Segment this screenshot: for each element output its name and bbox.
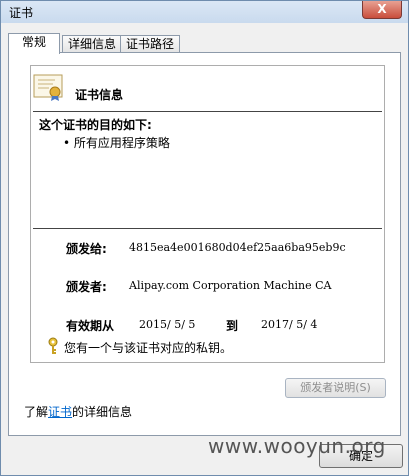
issued-by-value: Alipay.com Corporation Machine CA [129, 279, 332, 292]
purpose-title: 这个证书的目的如下: [39, 118, 152, 132]
general-tab-panel: 证书信息 这个证书的目的如下: • 所有应用程序策略 颁发给: 4815ea4e… [8, 52, 401, 436]
validity-label: 有效期从 [66, 319, 115, 333]
window-title: 证书 [9, 6, 34, 20]
learn-more-text: 了解证书的详细信息 [24, 403, 132, 420]
valid-to-date: 2017/ 5/ 4 [261, 318, 318, 331]
purpose-item: • 所有应用程序策略 [63, 136, 170, 150]
valid-from-date: 2015/ 5/ 5 [139, 318, 196, 331]
tab-general[interactable]: 常规 [8, 33, 60, 54]
certificate-link[interactable]: 证书 [48, 405, 72, 419]
learn-prefix: 了解 [24, 405, 49, 419]
certificate-info-heading: 证书信息 [75, 88, 124, 102]
divider-middle [33, 228, 382, 229]
close-icon: X [377, 2, 387, 16]
close-button[interactable]: X [362, 1, 402, 19]
title-bar: 证书 X [1, 1, 408, 23]
watermark-text: www.wooyun.org [208, 434, 386, 458]
certificate-dialog: 证书 X 常规 详细信息 证书路径 证书信息 这个证书的目的如下: • 所有应用… [0, 0, 409, 476]
issued-by-label: 颁发者: [66, 280, 107, 294]
private-key-note: 您有一个与该证书对应的私钥。 [64, 341, 233, 355]
divider-top [33, 111, 382, 112]
tab-details[interactable]: 详细信息 [62, 35, 122, 53]
issued-to-value: 4815ea4e001680d04ef25aa6ba95eb9c [129, 241, 346, 254]
validity-to-label: 到 [226, 319, 239, 333]
learn-suffix: 的详细信息 [72, 405, 133, 419]
key-icon [47, 337, 59, 358]
certificate-icon [33, 74, 63, 105]
tab-certification-path[interactable]: 证书路径 [120, 35, 180, 53]
issuer-statement-button[interactable]: 颁发者说明(S) [285, 378, 386, 398]
certificate-info-box: 证书信息 这个证书的目的如下: • 所有应用程序策略 颁发给: 4815ea4e… [30, 65, 385, 363]
issued-to-label: 颁发给: [66, 242, 107, 256]
